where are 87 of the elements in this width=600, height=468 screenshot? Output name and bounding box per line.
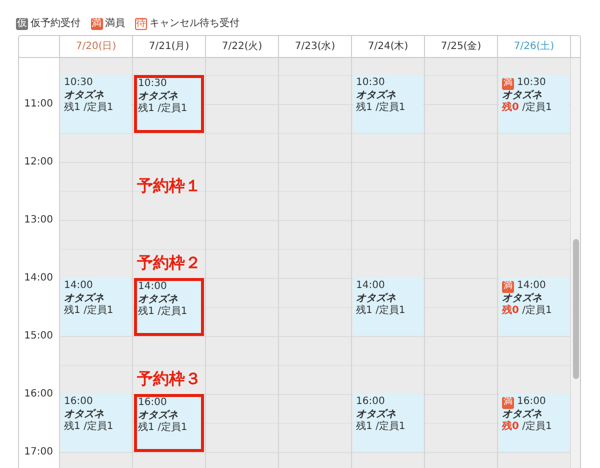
remaining-count: 残1 bbox=[64, 102, 80, 114]
capacity-label: /定員1 bbox=[376, 102, 406, 114]
remaining-count: 残1 bbox=[356, 305, 372, 316]
slot-time: 14:00 bbox=[356, 280, 385, 292]
reservation-slot[interactable]: 満 16:00 オタズネ 残0 /定員1 bbox=[499, 394, 569, 452]
legend-label: キャンセル待ち受付 bbox=[150, 16, 240, 31]
capacity-label: /定員1 bbox=[158, 422, 188, 434]
slot-time: 14:00 bbox=[64, 280, 93, 292]
legend-mark: 満 bbox=[90, 18, 102, 30]
reservation-slot[interactable]: 16:00 オタズネ 残1 /定員1 bbox=[134, 394, 204, 452]
slot-time: 14:00 bbox=[138, 281, 167, 294]
scrollbar[interactable] bbox=[570, 58, 580, 468]
day-header: 7/21(月) bbox=[132, 36, 205, 57]
day-header: 7/24(木) bbox=[351, 36, 424, 57]
day-header: 7/25(金) bbox=[424, 36, 497, 57]
full-badge: 満 bbox=[502, 280, 514, 293]
capacity-label: /定員1 bbox=[84, 421, 114, 432]
reservation-slot[interactable]: 14:00 オタズネ 残1 /定員1 bbox=[61, 278, 131, 336]
reservation-slot[interactable]: 10:30 オタズネ 残1 /定員1 bbox=[134, 75, 204, 134]
remaining-count: 残1 bbox=[138, 306, 154, 318]
slot-name: オタズネ bbox=[502, 90, 543, 102]
remaining-count: 残1 bbox=[64, 421, 80, 432]
annotation-label: 予約枠１ bbox=[137, 175, 201, 198]
time-label: 14:00 bbox=[24, 272, 53, 286]
slot-name: オタズネ bbox=[138, 90, 179, 102]
capacity-label: /定員1 bbox=[158, 306, 188, 318]
reservation-slot[interactable]: 14:00 オタズネ 残1 /定員1 bbox=[353, 278, 423, 336]
remaining-count: 残1 bbox=[356, 421, 372, 432]
legend-mark: 仮 bbox=[16, 18, 28, 30]
reservation-slot[interactable]: 満 14:00 オタズネ 残0 /定員1 bbox=[499, 278, 569, 336]
slot-time: 10:30 bbox=[517, 77, 546, 90]
slot-name: オタズネ bbox=[356, 408, 397, 420]
annotation-label: 予約枠３ bbox=[137, 368, 201, 390]
capacity-label: /定員1 bbox=[522, 305, 552, 316]
reservation-slot[interactable]: 満 10:30 オタズネ 残0 /定員1 bbox=[499, 75, 569, 134]
slot-name: オタズネ bbox=[138, 294, 179, 306]
day-header: 7/20(日) bbox=[59, 36, 132, 57]
legend-label: 満員 bbox=[105, 16, 125, 31]
time-label: 11:00 bbox=[24, 98, 53, 112]
slot-time: 16:00 bbox=[517, 396, 546, 408]
slot-name: オタズネ bbox=[64, 408, 105, 420]
slot-time: 10:30 bbox=[356, 77, 385, 90]
legend-label: 仮予約受付 bbox=[30, 16, 80, 31]
slot-name: オタズネ bbox=[356, 292, 397, 304]
time-label: 16:00 bbox=[24, 388, 53, 402]
slot-name: オタズネ bbox=[64, 90, 105, 102]
remaining-count: 残0 bbox=[502, 421, 519, 432]
remaining-count: 残1 bbox=[138, 103, 154, 114]
slot-time: 14:00 bbox=[517, 280, 546, 292]
slot-time: 10:30 bbox=[138, 78, 167, 90]
capacity-label: /定員1 bbox=[522, 421, 552, 432]
day-header: 7/26(土) bbox=[497, 36, 570, 57]
remaining-count: 残1 bbox=[138, 422, 154, 434]
time-label: 13:00 bbox=[24, 214, 53, 228]
slot-time: 10:30 bbox=[64, 77, 93, 90]
reservation-slot[interactable]: 10:30 オタズネ 残1 /定員1 bbox=[61, 75, 131, 134]
day-header: 7/22(火) bbox=[205, 36, 278, 57]
capacity-label: /定員1 bbox=[84, 305, 114, 316]
capacity-label: /定員1 bbox=[84, 102, 114, 114]
time-label: 12:00 bbox=[24, 156, 53, 170]
day-header: 7/23(水) bbox=[278, 36, 351, 57]
remaining-count: 残0 bbox=[502, 305, 519, 316]
reservation-slot[interactable]: 10:30 オタズネ 残1 /定員1 bbox=[353, 75, 423, 134]
reservation-slot[interactable]: 14:00 オタズネ 残1 /定員1 bbox=[134, 278, 204, 336]
time-label: 17:00 bbox=[24, 446, 53, 460]
slot-time: 16:00 bbox=[356, 396, 385, 408]
capacity-label: /定員1 bbox=[158, 103, 188, 114]
time-label: 15:00 bbox=[24, 330, 53, 344]
remaining-count: 残1 bbox=[356, 102, 372, 114]
slot-time: 16:00 bbox=[64, 396, 93, 408]
full-badge: 満 bbox=[502, 396, 514, 409]
remaining-count: 残1 bbox=[64, 305, 80, 316]
reservation-slot[interactable]: 16:00 オタズネ 残1 /定員1 bbox=[353, 394, 423, 452]
annotation-label: 予約枠２ bbox=[137, 252, 201, 274]
slot-name: オタズネ bbox=[356, 90, 397, 102]
slot-name: オタズネ bbox=[502, 408, 543, 420]
slot-name: オタズネ bbox=[138, 410, 179, 422]
slot-name: オタズネ bbox=[502, 292, 543, 304]
capacity-label: /定員1 bbox=[376, 305, 406, 316]
slot-time: 16:00 bbox=[138, 397, 167, 410]
scrollbar-thumb[interactable] bbox=[573, 239, 579, 379]
slot-name: オタズネ bbox=[64, 292, 105, 304]
capacity-label: /定員1 bbox=[522, 102, 552, 114]
full-badge: 満 bbox=[502, 78, 514, 90]
remaining-count: 残0 bbox=[502, 102, 519, 114]
capacity-label: /定員1 bbox=[376, 421, 406, 432]
reservation-slot[interactable]: 16:00 オタズネ 残1 /定員1 bbox=[61, 394, 131, 452]
